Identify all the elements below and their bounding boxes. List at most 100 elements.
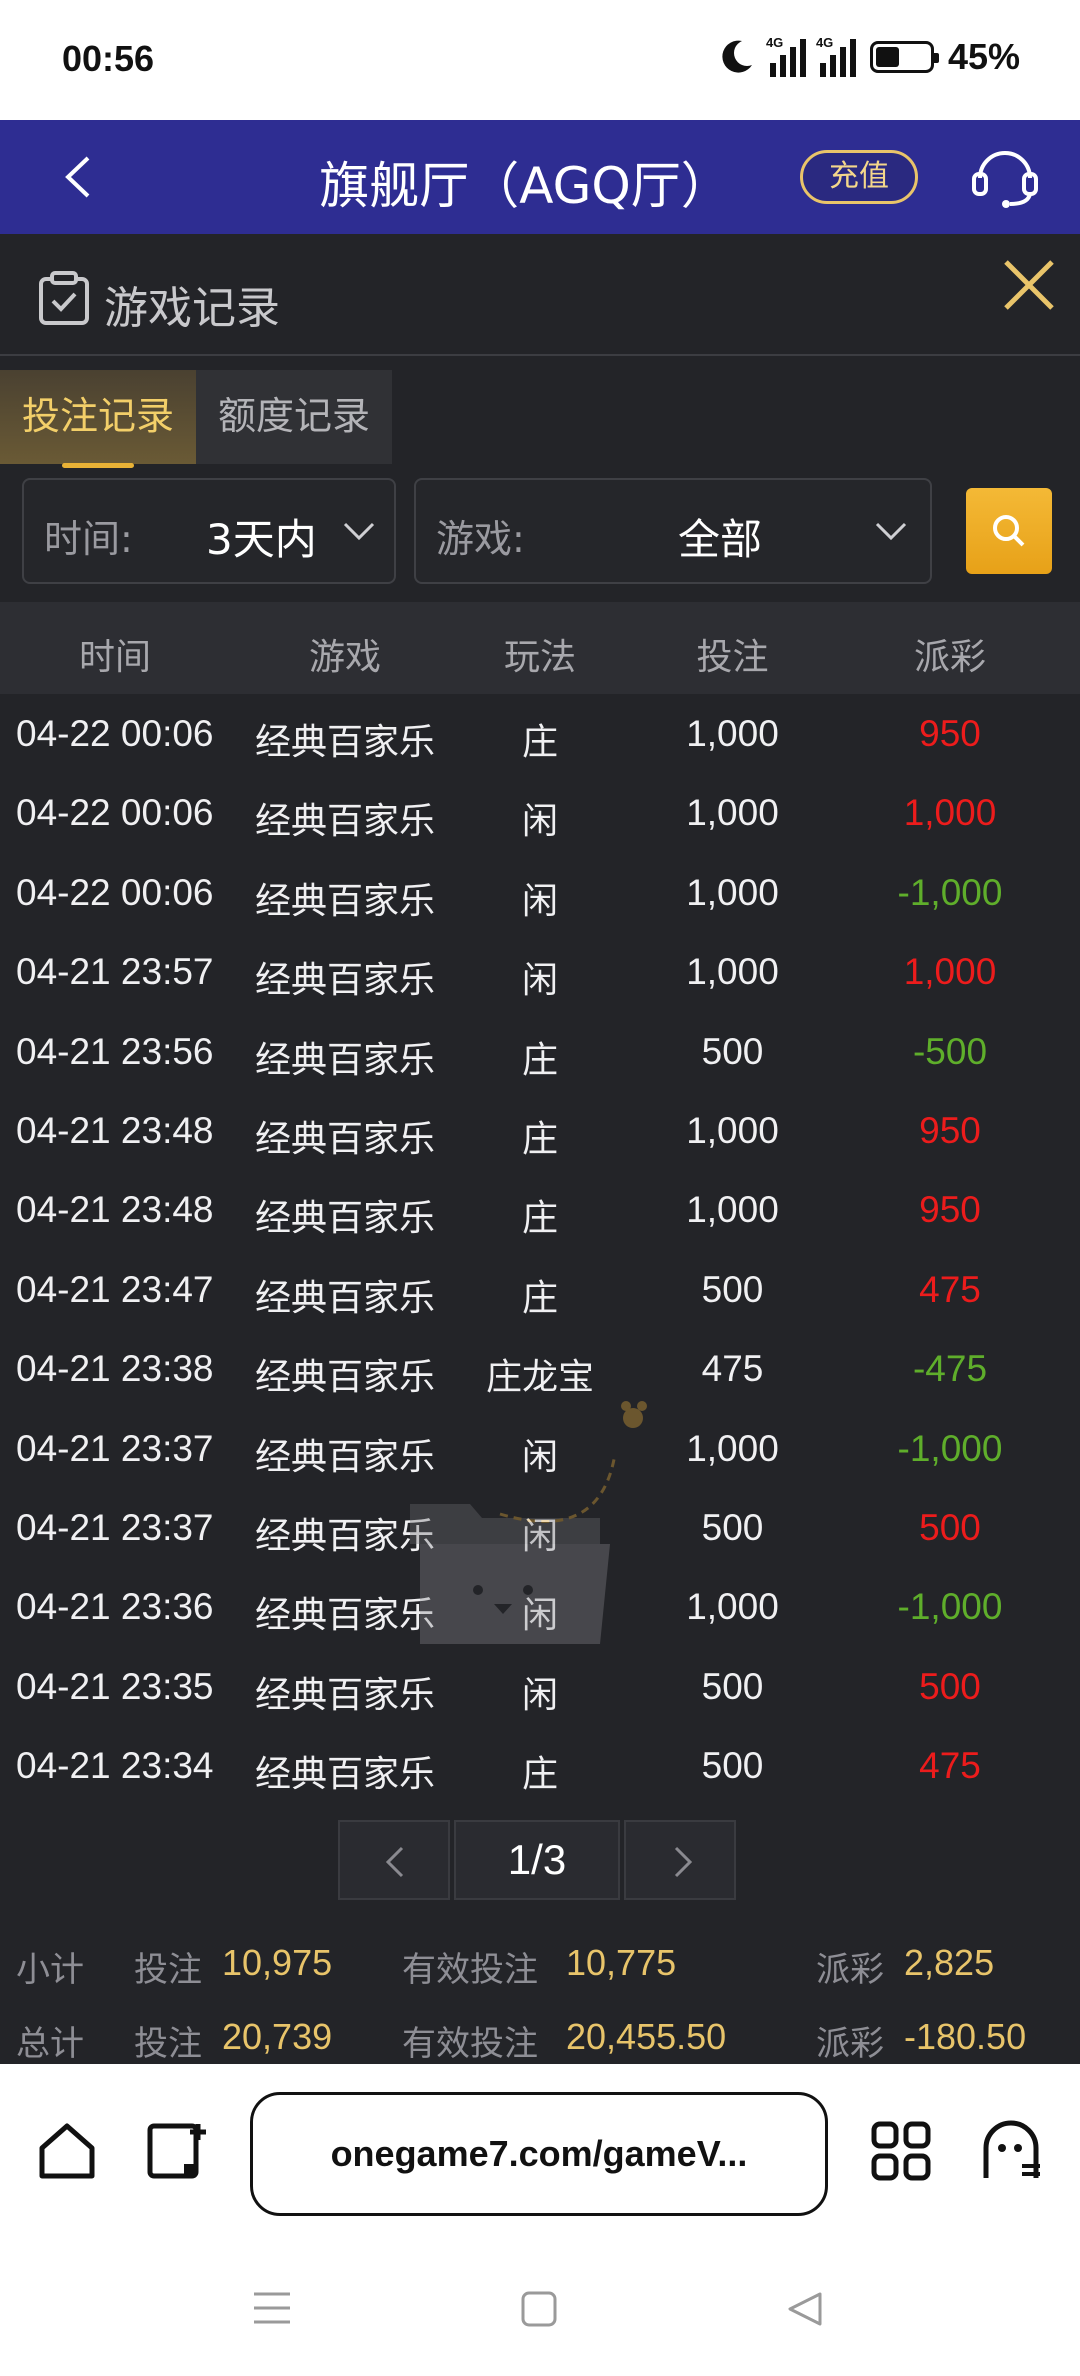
cell-payout: -1,000: [897, 871, 1003, 913]
total-payout-value: -180.50: [904, 2016, 1027, 2057]
tab-switch-icon[interactable]: [144, 2118, 210, 2184]
cell-time: 04-22 00:06: [16, 713, 214, 754]
search-button[interactable]: [966, 488, 1052, 574]
total-bet-value: 20,739: [222, 2016, 333, 2057]
cell-play: 庄龙宝: [485, 1357, 594, 1399]
cell-game: 经典百家乐: [254, 1674, 435, 1716]
table-header: 时间 游戏 玩法 投注 派彩: [0, 602, 1080, 694]
cell-game: 经典百家乐: [254, 1754, 435, 1796]
cell-game: 经典百家乐: [254, 880, 435, 922]
total-payout-label: 派彩: [816, 2024, 884, 2064]
status-bar: 00:56 4G 4G 45%: [0, 0, 1080, 120]
home-square-icon[interactable]: [520, 2290, 558, 2328]
subtotal-bet-label: 投注: [134, 1950, 202, 1990]
cell-payout: 950: [919, 1109, 981, 1151]
table-row: 04-21 23:38 经典百家乐 庄龙宝 475 -475: [0, 1329, 1080, 1408]
cell-bet: 1,000: [686, 713, 779, 754]
cell-play: 庄: [521, 1754, 558, 1796]
cell-bet: 500: [701, 1745, 764, 1787]
table-row: 04-21 23:57 经典百家乐 闲 1,000 1,000: [0, 932, 1080, 1011]
prev-page-button[interactable]: [338, 1820, 450, 1900]
subtotal-bet-value: 10,975: [222, 1942, 333, 1983]
time-filter-select[interactable]: 时间: 3天内: [22, 478, 396, 584]
back-triangle-icon[interactable]: [786, 2290, 824, 2328]
clipboard-check-icon: [39, 271, 89, 325]
cell-game: 经典百家乐: [254, 722, 435, 763]
cell-play: 闲: [521, 801, 558, 843]
cell-game: 经典百家乐: [254, 1436, 435, 1478]
subtotal-valid-label: 有效投注: [402, 1950, 538, 1990]
cell-bet: 1,000: [686, 871, 779, 913]
table-row: 04-21 23:35 经典百家乐 闲 500 500: [0, 1647, 1080, 1726]
col-header-game: 游戏: [308, 637, 381, 678]
total-row: 总计 投注 20,739 有效投注 20,455.50 派彩 -180.50: [0, 2006, 1080, 2066]
table-row: 04-22 00:06 经典百家乐 闲 1,000 -1,000: [0, 853, 1080, 932]
cell-play: 闲: [521, 1595, 558, 1637]
panel-header: 游戏记录: [0, 234, 1080, 356]
subtotal-payout-label: 派彩: [816, 1950, 884, 1990]
cell-play: 庄: [521, 722, 558, 763]
cell-payout: 475: [919, 1745, 981, 1787]
moon-icon: [722, 40, 752, 73]
customer-service-headset-icon[interactable]: [970, 144, 1040, 210]
subtotal-payout-value: 2,825: [904, 1942, 995, 1983]
cell-time: 04-21 23:48: [16, 1189, 214, 1231]
cell-time: 04-21 23:36: [16, 1586, 214, 1628]
cell-play: 闲: [521, 880, 558, 922]
page-title: 旗舰厅（AGQ厅）: [319, 157, 731, 215]
cell-game: 经典百家乐: [254, 1198, 435, 1240]
cell-payout: -1,000: [897, 1586, 1003, 1628]
table-row: 04-21 23:37 经典百家乐 闲 500 500: [0, 1488, 1080, 1567]
game-record-panel: 游戏记录 投注记录 额度记录 时间: 3天内 游戏: 全部 时间 游戏 玩法 投…: [0, 234, 1080, 2064]
recharge-button[interactable]: 充值: [800, 150, 918, 204]
game-filter-value: 全部: [678, 515, 763, 564]
url-bar[interactable]: onegame7.com/gameV...: [250, 2092, 828, 2216]
record-tabs: 投注记录 额度记录: [0, 370, 392, 468]
cell-payout: -1,000: [897, 1427, 1003, 1469]
table-row: 04-21 23:56 经典百家乐 庄 500 -500: [0, 1012, 1080, 1091]
game-filter-select[interactable]: 游戏: 全部: [414, 478, 932, 584]
cell-game: 经典百家乐: [254, 960, 435, 1002]
cell-bet: 500: [701, 1268, 764, 1310]
filter-bar: 时间: 3天内 游戏: 全部: [0, 478, 1080, 588]
cell-bet: 1,000: [686, 951, 779, 993]
home-icon[interactable]: [34, 2118, 100, 2184]
cell-time: 04-21 23:47: [16, 1268, 214, 1310]
next-page-button[interactable]: [624, 1820, 736, 1900]
apps-grid-icon[interactable]: [868, 2118, 934, 2184]
close-icon[interactable]: [998, 254, 1060, 316]
tab-bet-records[interactable]: 投注记录: [0, 370, 196, 468]
cell-payout: -475: [912, 1348, 988, 1390]
total-valid-value: 20,455.50: [566, 2016, 727, 2057]
cell-bet: 475: [701, 1348, 764, 1390]
cell-payout: -500: [912, 1030, 988, 1072]
cell-game: 经典百家乐: [254, 1277, 435, 1319]
search-icon: [993, 515, 1025, 547]
cell-play: 闲: [521, 1436, 558, 1478]
cell-play: 闲: [521, 960, 558, 1002]
app-header: 旗舰厅（AGQ厅） 充值: [0, 120, 1080, 234]
cell-play: 庄: [521, 1277, 558, 1319]
cell-time: 04-21 23:38: [16, 1348, 214, 1390]
menu-icon[interactable]: [252, 2290, 292, 2326]
cell-time: 04-21 23:37: [16, 1506, 214, 1548]
chevron-right-icon: [674, 1846, 693, 1878]
tab-credit-records[interactable]: 额度记录: [196, 370, 392, 464]
subtotal-label: 小计: [16, 1950, 84, 1990]
table-row: 04-21 23:48 经典百家乐 庄 1,000 950: [0, 1091, 1080, 1170]
col-header-time: 时间: [78, 637, 151, 678]
table-row: 04-21 23:34 经典百家乐 庄 500 475: [0, 1726, 1080, 1805]
ghost-incognito-icon[interactable]: [978, 2118, 1044, 2184]
chevron-down-icon: [875, 522, 907, 541]
cell-play: 庄: [521, 1039, 558, 1081]
cell-payout: 1,000: [903, 951, 997, 993]
cell-game: 经典百家乐: [254, 1595, 435, 1637]
cell-bet: 1,000: [686, 1427, 779, 1469]
time-filter-label: 时间:: [44, 517, 133, 561]
cell-payout: 500: [919, 1506, 981, 1548]
cell-payout: 475: [919, 1268, 981, 1310]
game-filter-label: 游戏:: [436, 517, 525, 561]
total-label: 总计: [16, 2024, 84, 2064]
cell-game: 经典百家乐: [254, 1515, 435, 1557]
chevron-left-icon: [385, 1846, 404, 1878]
